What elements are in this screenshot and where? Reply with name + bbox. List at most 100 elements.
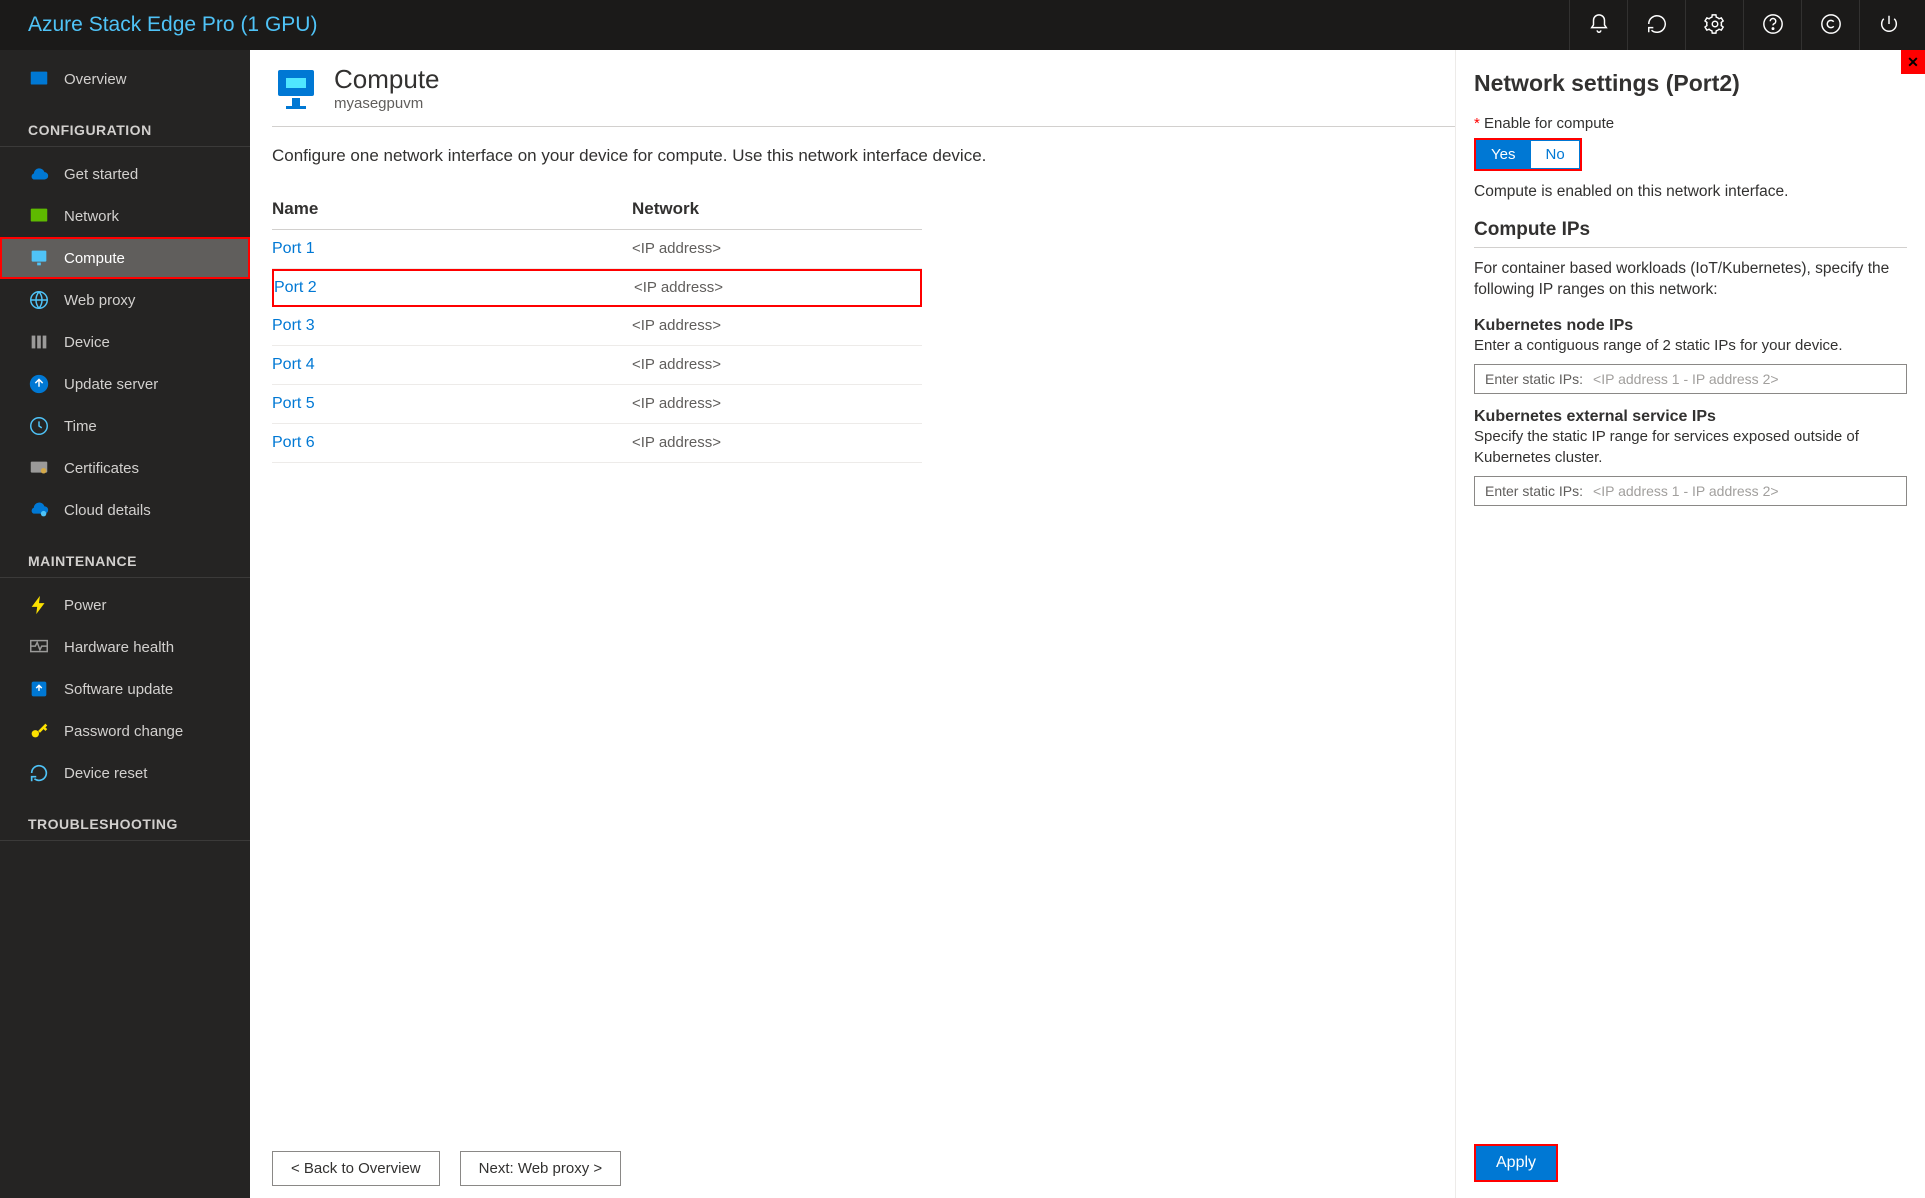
close-icon: ✕ [1907,54,1919,71]
input-placeholder: <IP address 1 - IP address 2> [1593,371,1779,387]
content-area: Compute myasegpuvm Configure one network… [250,50,1455,1198]
sidebar-label: Network [64,208,119,225]
sidebar-item-update-server[interactable]: Update server [0,363,250,405]
next-button[interactable]: Next: Web proxy > [460,1151,622,1186]
port-network: <IP address> [632,434,922,451]
k8s-external-ips-description: Specify the static IP range for services… [1474,426,1907,468]
lightning-icon [28,594,50,616]
k8s-external-ips-heading: Kubernetes external service IPs [1474,408,1907,426]
k8s-node-ips-input[interactable]: Enter static IPs: <IP address 1 - IP add… [1474,364,1907,394]
sidebar-item-compute[interactable]: Compute [0,237,250,279]
content-footer: < Back to Overview Next: Web proxy > [272,1151,621,1186]
sidebar-item-get-started[interactable]: Get started [0,153,250,195]
copyright-icon [1820,13,1842,38]
port-network: <IP address> [634,279,920,296]
sidebar-item-cloud-details[interactable]: Cloud details [0,489,250,531]
k8s-node-ips-heading: Kubernetes node IPs [1474,317,1907,335]
sidebar-label: Hardware health [64,639,174,656]
toggle-yes-button[interactable]: Yes [1476,140,1530,169]
clock-icon [28,415,50,437]
key-icon [28,720,50,742]
topbar-actions [1569,0,1917,50]
back-button[interactable]: < Back to Overview [272,1151,440,1186]
sidebar-label: Web proxy [64,292,135,309]
table-row[interactable]: Port 4 <IP address> [272,346,922,385]
upload-icon [28,373,50,395]
port-network: <IP address> [632,356,922,373]
port-network: <IP address> [632,317,922,334]
compute-header-icon [272,64,320,112]
cloud-icon [28,163,50,185]
compute-icon [28,247,50,269]
sidebar-section-configuration: CONFIGURATION [0,100,250,147]
cloud-details-icon [28,499,50,521]
column-header-name: Name [272,199,632,219]
port-network: <IP address> [632,240,922,257]
table-row[interactable]: Port 6 <IP address> [272,424,922,463]
sidebar-section-maintenance: MAINTENANCE [0,531,250,578]
sidebar-item-password-change[interactable]: Password change [0,710,250,752]
input-prefix-label: Enter static IPs: [1485,483,1583,499]
sidebar-label: Get started [64,166,138,183]
help-button[interactable] [1743,0,1801,50]
port-link[interactable]: Port 6 [272,434,632,452]
port-link[interactable]: Port 2 [274,279,634,297]
sidebar-label: Certificates [64,460,139,477]
sidebar-label: Update server [64,376,158,393]
ports-table: Name Network Port 1 <IP address> Port 2 … [272,191,922,463]
sidebar-item-overview[interactable]: Overview [0,58,250,100]
sidebar-item-device-reset[interactable]: Device reset [0,752,250,794]
sidebar-label: Device reset [64,765,147,782]
settings-panel: ✕ Network settings (Port2) * Enable for … [1455,50,1925,1198]
notifications-button[interactable] [1569,0,1627,50]
port-network: <IP address> [632,395,922,412]
page-title: Compute [334,64,440,95]
enable-compute-toggle[interactable]: Yes No [1474,138,1582,171]
sidebar-label: Password change [64,723,183,740]
settings-button[interactable] [1685,0,1743,50]
refresh-icon [1646,13,1668,38]
product-title: Azure Stack Edge Pro (1 GPU) [28,13,317,37]
sidebar-label: Time [64,418,97,435]
table-row[interactable]: Port 3 <IP address> [272,307,922,346]
port-link[interactable]: Port 4 [272,356,632,374]
sidebar-label: Device [64,334,110,351]
panel-footer: Apply [1474,1144,1558,1182]
health-icon [28,636,50,658]
certificate-icon [28,457,50,479]
table-row[interactable]: Port 2 <IP address> [272,269,922,307]
page-subtitle: myasegpuvm [334,95,440,112]
k8s-external-ips-input[interactable]: Enter static IPs: <IP address 1 - IP add… [1474,476,1907,506]
apply-button[interactable]: Apply [1474,1144,1558,1182]
toggle-no-button[interactable]: No [1530,140,1579,169]
sidebar-label: Overview [64,71,127,88]
power-button[interactable] [1859,0,1917,50]
compute-ips-heading: Compute IPs [1474,219,1907,248]
update-icon [28,678,50,700]
copyright-button[interactable] [1801,0,1859,50]
sidebar-item-power[interactable]: Power [0,584,250,626]
sidebar-label: Software update [64,681,173,698]
sidebar-item-web-proxy[interactable]: Web proxy [0,279,250,321]
input-placeholder: <IP address 1 - IP address 2> [1593,483,1779,499]
port-link[interactable]: Port 1 [272,240,632,258]
table-row[interactable]: Port 5 <IP address> [272,385,922,424]
close-button[interactable]: ✕ [1901,50,1925,74]
sidebar-item-network[interactable]: Network [0,195,250,237]
sidebar-section-troubleshooting: TROUBLESHOOTING [0,794,250,841]
compute-ips-description: For container based workloads (IoT/Kuber… [1474,258,1907,301]
device-icon [28,331,50,353]
port-link[interactable]: Port 5 [272,395,632,413]
refresh-button[interactable] [1627,0,1685,50]
sidebar-item-certificates[interactable]: Certificates [0,447,250,489]
sidebar-item-software-update[interactable]: Software update [0,668,250,710]
column-header-network: Network [632,199,922,219]
bell-icon [1588,13,1610,38]
panel-title: Network settings (Port2) [1474,70,1907,97]
sidebar-label: Cloud details [64,502,151,519]
sidebar-item-hardware-health[interactable]: Hardware health [0,626,250,668]
sidebar-item-time[interactable]: Time [0,405,250,447]
port-link[interactable]: Port 3 [272,317,632,335]
sidebar-item-device[interactable]: Device [0,321,250,363]
table-row[interactable]: Port 1 <IP address> [272,230,922,269]
